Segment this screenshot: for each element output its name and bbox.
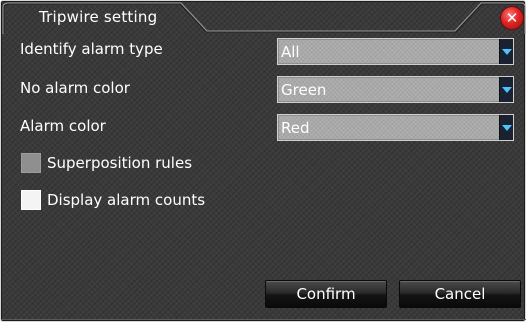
no-alarm-color-label: No alarm color	[20, 79, 130, 97]
confirm-button[interactable]: Confirm	[265, 280, 387, 308]
alarm-color-value: Red	[281, 119, 310, 137]
identify-alarm-type-select[interactable]: All	[277, 38, 514, 65]
title-bar[interactable]: Tripwire setting ✕	[1, 1, 526, 34]
no-alarm-color-select[interactable]: Green	[277, 76, 514, 103]
identify-alarm-type-label: Identify alarm type	[20, 40, 163, 58]
superposition-rules-checkbox[interactable]	[21, 153, 41, 173]
chevron-down-icon[interactable]	[499, 115, 513, 140]
chevron-down-icon[interactable]	[499, 39, 513, 64]
bottom-divider	[1, 319, 526, 320]
tripwire-setting-dialog: Tripwire setting ✕ Identify alarm type A…	[0, 0, 526, 322]
chevron-down-icon[interactable]	[499, 77, 513, 102]
display-alarm-counts-label: Display alarm counts	[47, 191, 206, 209]
close-icon[interactable]: ✕	[501, 7, 523, 29]
identify-alarm-type-value: All	[281, 43, 300, 61]
alarm-color-label: Alarm color	[20, 117, 106, 135]
cancel-button[interactable]: Cancel	[399, 280, 521, 308]
alarm-color-select[interactable]: Red	[277, 114, 514, 141]
dialog-title: Tripwire setting	[39, 8, 158, 26]
no-alarm-color-value: Green	[281, 81, 327, 99]
display-alarm-counts-checkbox[interactable]	[21, 190, 41, 210]
superposition-rules-label: Superposition rules	[47, 154, 193, 172]
